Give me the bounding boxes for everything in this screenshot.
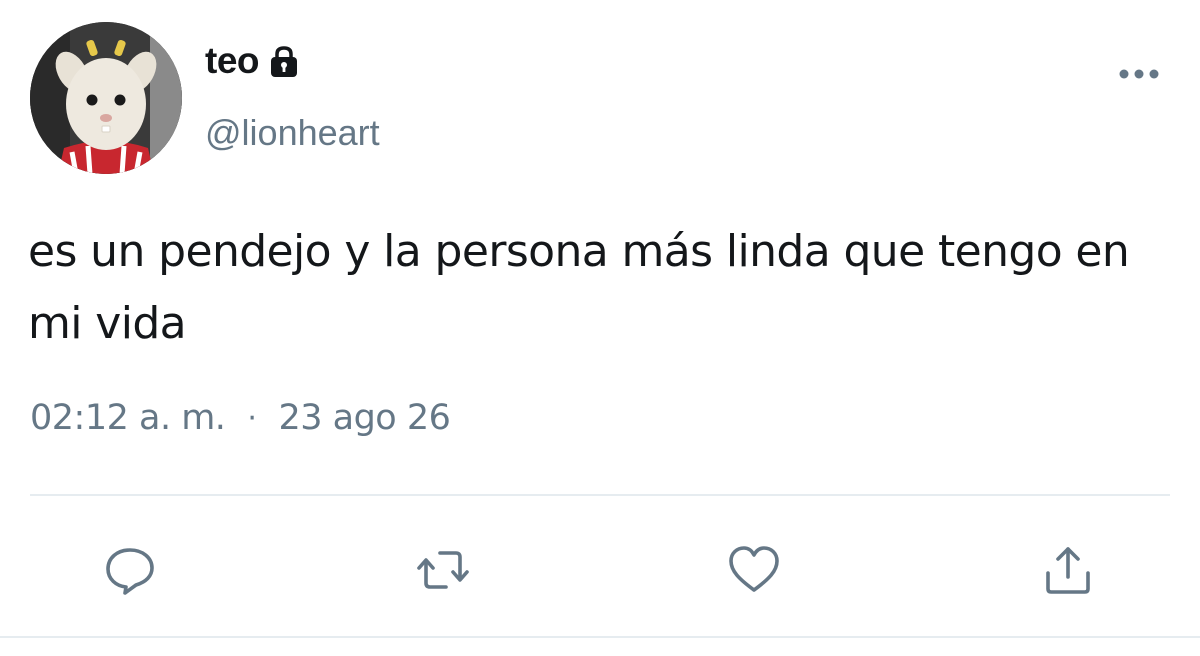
divider xyxy=(30,494,1170,496)
author-row: teo xyxy=(205,40,301,82)
bottom-divider xyxy=(0,636,1200,638)
retweet-icon xyxy=(417,551,469,589)
tweet-text: es un pendejo y la persona más linda que… xyxy=(28,226,1130,349)
share-icon xyxy=(1046,547,1090,594)
reply-button[interactable] xyxy=(100,540,160,600)
tweet-timestamp[interactable]: 02:12 a. m. · 23 ago 26 xyxy=(30,398,451,438)
like-button[interactable] xyxy=(724,540,784,600)
avatar-image xyxy=(30,22,182,174)
display-name[interactable]: teo xyxy=(205,40,260,82)
share-button[interactable] xyxy=(1038,540,1098,600)
tweet-time: 02:12 a. m. xyxy=(30,398,226,438)
tweet-date: 23 ago 26 xyxy=(278,398,451,438)
avatar[interactable] xyxy=(30,22,182,174)
author-handle[interactable]: @lionheart xyxy=(205,112,380,154)
reply-icon xyxy=(106,548,154,595)
meta-separator: · xyxy=(247,400,257,436)
lock-icon xyxy=(267,45,301,79)
retweet-button[interactable] xyxy=(413,540,473,600)
more-icon[interactable] xyxy=(1114,62,1164,86)
like-icon xyxy=(729,546,779,592)
